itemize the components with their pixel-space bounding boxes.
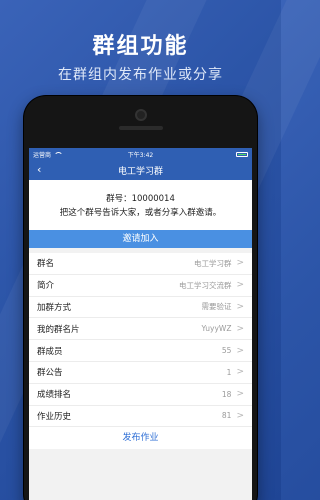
group-number: 群号：10000014 bbox=[106, 194, 175, 204]
row-label: 群成员 bbox=[37, 346, 63, 357]
row-label: 我的群名片 bbox=[37, 324, 80, 335]
nav-title: 电工学习群 bbox=[117, 166, 163, 177]
group-settings-list: 群名 电工学习群 > 简介 电工学习交流群 > 加群方式 需要验证 > 我的群名… bbox=[29, 253, 252, 428]
promo-title: 群组功能 bbox=[92, 34, 189, 59]
phone-screen: 运营商 下午3:42 ‹ 电工学习群 群号：10000014 把这个群号告诉大家… bbox=[29, 148, 252, 500]
phone-frame: 运营商 下午3:42 ‹ 电工学习群 群号：10000014 把这个群号告诉大家… bbox=[24, 96, 257, 500]
row-value: 55 bbox=[221, 346, 232, 356]
chevron-right-icon: > bbox=[236, 389, 244, 400]
row-value: 需要验证 bbox=[201, 302, 232, 312]
row-label: 成绩排名 bbox=[37, 390, 72, 401]
row-homework-history[interactable]: 作业历史 81 > bbox=[29, 406, 252, 428]
row-value: 18 bbox=[221, 389, 232, 399]
row-label: 简介 bbox=[37, 281, 55, 292]
row-intro[interactable]: 简介 电工学习交流群 > bbox=[29, 275, 252, 297]
camera-icon bbox=[134, 109, 147, 121]
nav-bar: ‹ 电工学习群 bbox=[29, 160, 252, 180]
chevron-right-icon: > bbox=[236, 345, 244, 356]
row-value: 电工学习交流群 bbox=[178, 280, 232, 290]
status-bar: 运营商 下午3:42 bbox=[29, 148, 252, 160]
chevron-right-icon: > bbox=[236, 410, 244, 421]
row-my-card[interactable]: 我的群名片 YuyyWZ > bbox=[29, 318, 252, 341]
group-info-card: 群号：10000014 把这个群号告诉大家，或者分享入群邀请。 bbox=[29, 180, 252, 230]
row-label: 加群方式 bbox=[37, 302, 72, 313]
row-value: YuyyWZ bbox=[201, 324, 232, 334]
row-label: 作业历史 bbox=[37, 411, 72, 422]
invite-button[interactable]: 邀请加入 bbox=[29, 230, 252, 248]
row-value: 1 bbox=[226, 367, 232, 377]
chevron-right-icon: > bbox=[236, 258, 244, 269]
row-members[interactable]: 群成员 55 > bbox=[29, 340, 252, 362]
chevron-right-icon: > bbox=[236, 280, 244, 291]
row-label: 群名 bbox=[37, 259, 55, 270]
status-time: 下午3:42 bbox=[127, 151, 154, 159]
chevron-right-icon: > bbox=[236, 301, 244, 312]
speaker-grille bbox=[118, 126, 163, 130]
publish-homework-button[interactable]: 发布作业 bbox=[29, 427, 252, 450]
row-ranking[interactable]: 成绩排名 18 > bbox=[29, 384, 252, 406]
row-join-method[interactable]: 加群方式 需要验证 > bbox=[29, 297, 252, 319]
row-group-name[interactable]: 群名 电工学习群 > bbox=[29, 253, 252, 275]
back-arrow-icon[interactable]: ‹ bbox=[37, 160, 41, 180]
row-value: 81 bbox=[221, 411, 232, 421]
row-value: 电工学习群 bbox=[193, 258, 232, 268]
row-announcement[interactable]: 群公告 1 > bbox=[29, 362, 252, 384]
group-share-hint: 把这个群号告诉大家，或者分享入群邀请。 bbox=[59, 208, 222, 218]
battery-icon bbox=[236, 151, 248, 157]
chevron-right-icon: > bbox=[236, 367, 244, 378]
row-label: 群公告 bbox=[37, 368, 63, 379]
promo-subtitle: 在群组内发布作业或分享 bbox=[58, 67, 223, 83]
chevron-right-icon: > bbox=[236, 323, 244, 334]
